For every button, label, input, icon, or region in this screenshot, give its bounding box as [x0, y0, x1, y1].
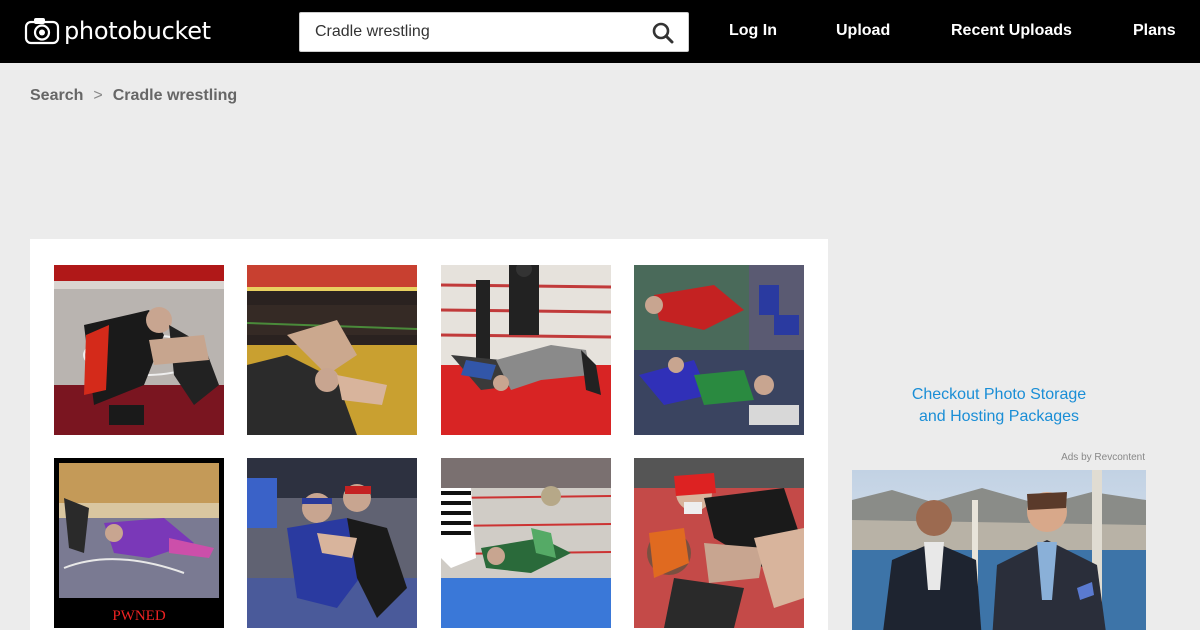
sidebar-ad-image[interactable]: [852, 470, 1146, 630]
photobucket-logo[interactable]: photobucket: [24, 17, 211, 45]
breadcrumb-search-link[interactable]: Search: [30, 87, 83, 105]
ad-photo: [852, 470, 1146, 630]
wrestling-photo: PWNED: [54, 458, 224, 628]
plans-link[interactable]: Plans: [1133, 22, 1176, 40]
wrestling-photo: [441, 265, 611, 435]
recent-uploads-link[interactable]: Recent Uploads: [951, 22, 1072, 40]
upload-link[interactable]: Upload: [836, 22, 890, 40]
photo-storage-promo-link[interactable]: Checkout Photo Storage and Hosting Packa…: [852, 384, 1146, 428]
result-thumbnail[interactable]: [247, 458, 417, 628]
breadcrumb-current: Cradle wrestling: [112, 87, 238, 104]
result-thumbnail[interactable]: [441, 265, 611, 435]
wrestling-photo: [634, 265, 804, 435]
logo-text: photobucket: [64, 17, 211, 45]
wrestling-photo: [634, 458, 804, 628]
search-input[interactable]: [300, 13, 640, 51]
camera-logo-icon: [24, 18, 60, 45]
wrestling-photo: [247, 458, 417, 628]
result-thumbnail[interactable]: [634, 458, 804, 628]
breadcrumb: Search > Cradle wrestling: [30, 87, 237, 105]
results-panel: PWNED: [30, 239, 828, 630]
wrestling-photo: [441, 458, 611, 628]
result-thumbnail[interactable]: [54, 265, 224, 435]
wrestling-photo: [54, 265, 224, 435]
search-box: [299, 12, 689, 52]
wrestling-photo: [247, 265, 417, 435]
breadcrumb-separator: >: [93, 87, 103, 104]
promo-line-2: and Hosting Packages: [918, 408, 1080, 425]
top-nav-bar: photobucket Log In Upload Recent Uploads…: [0, 0, 1200, 63]
pwned-caption: PWNED: [112, 608, 165, 624]
promo-line-1: Checkout Photo Storage: [911, 386, 1087, 403]
result-thumbnail[interactable]: [634, 265, 804, 435]
login-link[interactable]: Log In: [729, 22, 777, 40]
result-thumbnail[interactable]: [441, 458, 611, 628]
result-thumbnail[interactable]: PWNED: [54, 458, 224, 628]
ads-by-revcontent: Ads by Revcontent: [1061, 452, 1145, 463]
result-thumbnail[interactable]: [247, 265, 417, 435]
search-icon[interactable]: [652, 22, 674, 44]
